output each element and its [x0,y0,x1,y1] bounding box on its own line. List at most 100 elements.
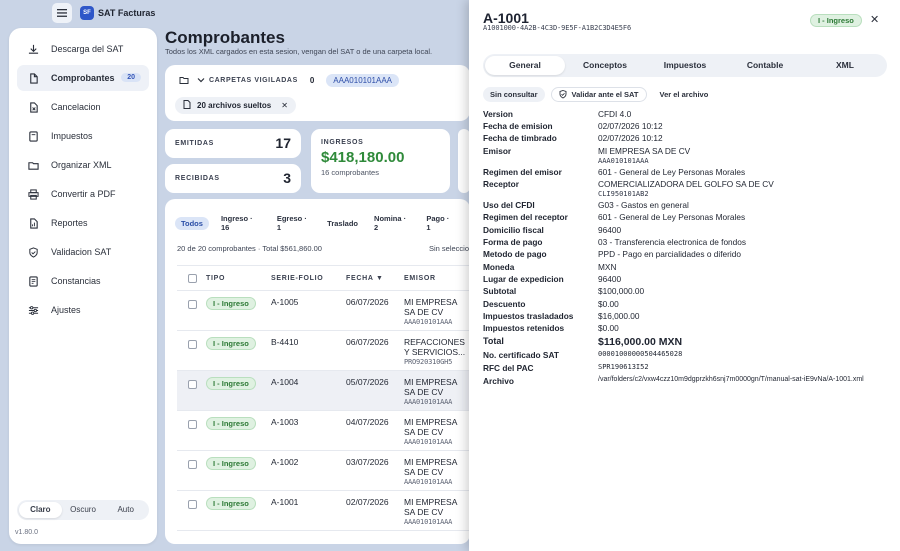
sidebar-item-organizar[interactable]: Organizar XML [17,152,149,178]
detail-value-text: MI EMPRESA SA DE CV [598,146,691,156]
detail-value: PPD - Pago en parcialidades o diferido [598,249,888,259]
stat-ingresos[interactable]: INGRESOS $418,180.00 16 comprobantes [311,129,450,193]
detail-value: 00001000000504465028 [598,350,888,358]
column-emisor[interactable]: EMISOR [404,275,436,282]
detail-value: MXN [598,262,888,272]
table-row[interactable]: I - Ingreso A-1004 05/07/2026 MI EMPRESA… [177,371,470,411]
row-checkbox[interactable] [188,340,197,349]
view-file-button[interactable]: Ver el archivo [653,87,716,102]
folder-icon[interactable] [175,72,193,88]
emisor-name: MI EMPRESA SA DE CV [404,497,457,517]
sidebar-item-label: Organizar XML [51,160,112,170]
invoice-detail-drawer: A-1001 A1001000-4A2B-4C3D-9E5F-A1B2C3D4E… [469,0,900,551]
sidebar-item-label: Impuestos [51,131,93,141]
menu-button[interactable] [52,3,72,23]
row-checkbox[interactable] [188,460,197,469]
detail-key: RFC del PAC [483,363,534,373]
sidebar-item-comprobantes[interactable]: Comprobantes 20 [17,65,149,91]
detail-value: $0.00 [598,299,888,309]
detail-key: Version [483,109,513,119]
column-tipo[interactable]: TIPO [206,275,225,282]
tab-impuestos[interactable]: Impuestos [645,56,725,75]
top-bar: SF SAT Facturas [0,0,470,28]
close-icon[interactable]: ✕ [281,101,288,110]
app-logo: SF [80,6,94,20]
sidebar-item-ajustes[interactable]: Ajustes [17,297,149,323]
theme-claro[interactable]: Claro [19,502,62,518]
file-x-icon [27,101,39,113]
detail-value: 601 - General de Ley Personas Morales [598,212,888,222]
table-row[interactable]: I - Ingreso A-1002 03/07/2026 MI EMPRESA… [177,451,470,491]
rfc-filter-pill[interactable]: AAA010101AAA [326,73,400,87]
tab-xml[interactable]: XML [805,56,885,75]
detail-value-text: 601 - General de Ley Personas Morales [598,212,746,222]
column-folio[interactable]: SERIE-FOLIO [271,275,323,282]
file-icon [27,72,39,84]
type-badge: I - Ingreso [206,497,256,510]
sidebar-item-label: Cancelacion [51,102,101,112]
emisor-name: MI EMPRESA SA DE CV [404,457,457,477]
detail-value: $116,000.00 MXN [598,336,888,348]
theme-switcher: Claro Oscuro Auto [17,500,149,520]
detail-value-text: CFDI 4.0 [598,109,632,119]
sidebar-item-descarga[interactable]: Descarga del SAT [17,36,149,62]
filter-pago[interactable]: Pago · 1 [426,214,454,232]
sidebar-item-cancelacion[interactable]: Cancelacion [17,94,149,120]
sidebar-item-validacion[interactable]: Validacion SAT [17,239,149,265]
filter-nomina[interactable]: Nomina · 2 [374,214,410,232]
watched-folders-card: CARPETAS VIGILADAS 0 AAA010101AAA 20 arc… [165,65,470,121]
column-fecha[interactable]: FECHA ▼ [346,275,384,282]
row-checkbox[interactable] [188,500,197,509]
stat-recibidas[interactable]: RECIBIDAS 3 [165,164,301,193]
close-icon[interactable]: ✕ [870,13,879,26]
sidebar-item-constancias[interactable]: Constancias [17,268,149,294]
table-row[interactable]: I - Ingreso A-1003 04/07/2026 MI EMPRESA… [177,411,470,451]
emisor-rfc: AAA010101AAA [404,518,453,526]
filter-todos[interactable]: Todos [175,216,209,230]
stat-value: 3 [283,170,291,186]
file-icon [183,100,191,111]
detail-value: 601 - General de Ley Personas Morales [598,167,888,177]
emisor-rfc: AAA010101AAA [404,318,453,326]
theme-oscuro[interactable]: Oscuro [62,502,105,518]
table-row[interactable]: I - Ingreso A-1001 02/07/2026 MI EMPRESA… [177,491,470,531]
sidebar-item-reportes[interactable]: Reportes [17,210,149,236]
sidebar-item-pdf[interactable]: Convertir a PDF [17,181,149,207]
row-checkbox[interactable] [188,300,197,309]
date-cell: 06/07/2026 [346,297,389,307]
detail-key: Total [483,336,504,346]
tab-contable[interactable]: Contable [725,56,805,75]
detail-value: 03 - Transferencia electronica de fondos [598,237,888,247]
type-badge: I - Ingreso [206,417,256,430]
detail-key: Emisor [483,146,512,156]
detail-value-text: $0.00 [598,323,619,333]
sidebar-item-impuestos[interactable]: Impuestos [17,123,149,149]
type-badge: I - Ingreso [810,14,862,27]
filter-ingreso[interactable]: Ingreso · 16 [221,214,261,232]
select-all-checkbox[interactable] [188,274,197,283]
tab-conceptos[interactable]: Conceptos [565,56,645,75]
type-badge: I - Ingreso [206,457,256,470]
tab-general[interactable]: General [485,56,565,75]
row-checkbox[interactable] [188,420,197,429]
loose-files-pill[interactable]: 20 archivos sueltos ✕ [175,97,296,114]
row-checkbox[interactable] [188,380,197,389]
detail-value-text: PPD - Pago en parcialidades o diferido [598,249,741,259]
detail-key: Metodo de pago [483,249,547,259]
type-badge: I - Ingreso [206,337,256,350]
chevron-down-icon[interactable] [197,75,205,85]
theme-auto[interactable]: Auto [104,502,147,518]
table-row[interactable]: I - Ingreso B-4410 06/07/2026 REFACCIONE… [177,331,470,371]
detail-key: Domicilio fiscal [483,225,544,235]
filter-traslado[interactable]: Traslado [327,219,358,228]
detail-value: 02/07/2026 10:12 [598,133,888,143]
stat-emitidas[interactable]: EMITIDAS 17 [165,129,301,158]
filter-egreso[interactable]: Egreso · 1 [277,214,311,232]
results-count: 20 de 20 comprobantes · Total $561,860.0… [177,244,322,253]
emisor-cell: MI EMPRESA SA DE CV AAA010101AAA [404,457,466,487]
validate-sat-button[interactable]: Validar ante el SAT [550,87,647,102]
table-row[interactable]: I - Ingreso A-1005 06/07/2026 MI EMPRESA… [177,291,470,331]
emisor-cell: MI EMPRESA SA DE CV AAA010101AAA [404,297,466,327]
emisor-rfc: AAA010101AAA [404,478,453,486]
sidebar-item-label: Validacion SAT [51,247,112,257]
